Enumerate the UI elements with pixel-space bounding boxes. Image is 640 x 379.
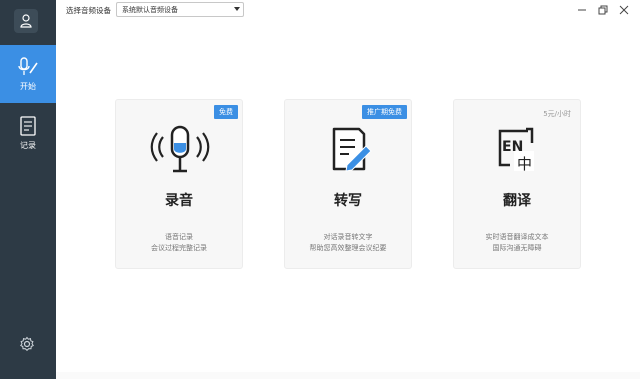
gear-icon <box>20 336 34 351</box>
microphone-edit-icon <box>18 56 38 75</box>
sidebar: 开始 记录 <box>0 0 56 379</box>
sidebar-item-label: 记录 <box>20 140 36 150</box>
close-icon <box>619 5 629 15</box>
transcribe-card[interactable]: 推广期免费 转写 对话录音转文字 帮助您高效整理会议纪要 <box>284 99 412 269</box>
main-panel: 选择音频设备 系统默认音频设备 免费 录音 语音记录 会议过程完整记录 推广期免… <box>56 0 640 374</box>
card-desc-line2: 国际沟通无障碍 <box>492 244 542 252</box>
user-icon <box>20 14 32 28</box>
sidebar-item-label: 开始 <box>20 81 36 91</box>
audio-device-select[interactable]: 系统默认音频设备 <box>116 2 244 17</box>
settings-button[interactable] <box>19 336 35 352</box>
minimize-icon <box>578 9 586 11</box>
document-pen-icon <box>332 127 372 172</box>
promo-badge: 推广期免费 <box>362 105 407 119</box>
user-avatar[interactable] <box>14 9 38 33</box>
card-desc-line2: 帮助您高效整理会议纪要 <box>309 244 387 252</box>
topbar: 选择音频设备 系统默认音频设备 <box>56 0 640 22</box>
card-desc-line1: 语音记录 <box>165 233 193 241</box>
card-desc-line1: 对话录音转文字 <box>323 233 373 241</box>
restore-button[interactable] <box>597 4 609 16</box>
free-badge: 免费 <box>214 105 238 119</box>
microphone-icon <box>150 125 210 173</box>
sidebar-item-records[interactable]: 记录 <box>0 104 56 162</box>
audio-device-value: 系统默认音频设备 <box>122 6 178 14</box>
card-desc-line2: 会议过程完整记录 <box>151 244 207 252</box>
sidebar-item-start[interactable]: 开始 <box>0 45 56 103</box>
restore-icon <box>598 5 608 15</box>
card-desc-line1: 实时语音翻译成文本 <box>485 233 549 241</box>
svg-text:中: 中 <box>517 155 532 173</box>
bottom-strip <box>56 372 640 379</box>
close-button[interactable] <box>618 4 630 16</box>
card-title: 翻译 <box>503 193 531 209</box>
translate-card[interactable]: 5元/小时 EN 中 翻译 实时语音翻译成文本 国际沟通无障碍 <box>453 99 581 269</box>
card-title: 录音 <box>165 193 193 209</box>
card-title: 转写 <box>334 193 362 209</box>
record-card[interactable]: 免费 录音 语音记录 会议过程完整记录 <box>115 99 243 269</box>
document-icon <box>20 115 36 136</box>
translate-icon: EN 中 <box>498 127 534 173</box>
device-label: 选择音频设备 <box>66 6 111 15</box>
price-label: 5元/小时 <box>543 110 571 118</box>
minimize-button[interactable] <box>576 4 588 16</box>
chevron-down-icon <box>234 7 240 11</box>
